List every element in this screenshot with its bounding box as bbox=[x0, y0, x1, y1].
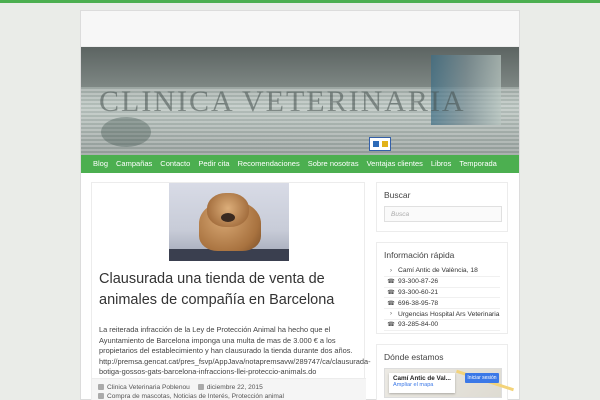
map-enlarge-link[interactable]: Ampliar el mapa bbox=[393, 382, 451, 388]
location-arrow-icon: › bbox=[390, 267, 392, 274]
info-phone-3: ☎ 696-38-95-78 bbox=[384, 298, 500, 310]
phone-icon: ☎ bbox=[387, 279, 395, 286]
info-phone-4-text: 93-285-84-00 bbox=[398, 321, 439, 329]
nav-item-pedir-cita[interactable]: Pedir cita bbox=[194, 155, 233, 173]
date-link[interactable]: diciembre 22, 2015 bbox=[207, 384, 263, 391]
info-address: › Camí Antic de València, 18 bbox=[384, 266, 500, 277]
nav-item-libros[interactable]: Libros bbox=[427, 155, 455, 173]
map-info-card: Camí Antic de Val... Ampliar el mapa bbox=[389, 373, 455, 393]
user-icon bbox=[98, 384, 104, 390]
map-embed[interactable]: Camí Antic de Val... Ampliar el mapa Ini… bbox=[384, 368, 514, 398]
nav-item-campanas[interactable]: Campañas bbox=[112, 155, 156, 173]
banner-sticker bbox=[369, 137, 391, 151]
info-phone-2: ☎ 93-300-60-21 bbox=[384, 288, 500, 299]
main-nav: Blog Campañas Contacto Pedir cita Recome… bbox=[81, 155, 519, 173]
post-thumbnail[interactable] bbox=[169, 183, 289, 261]
info-emergency: › Urgencias Hospital Ars Veterinaria bbox=[384, 309, 500, 320]
info-phone-2-text: 93-300-60-21 bbox=[398, 288, 439, 296]
dog-nose bbox=[221, 213, 235, 222]
clock-icon bbox=[197, 384, 204, 390]
info-widget: Información rápida › Camí Antic de Valènc… bbox=[376, 242, 508, 334]
map-widget-title: Dónde estamos bbox=[384, 352, 444, 362]
phone-icon: ☎ bbox=[387, 322, 395, 329]
categories-links[interactable]: Compra de mascotas, Noticias de Interés,… bbox=[107, 393, 284, 400]
nav-item-temporada[interactable]: Temporada bbox=[455, 155, 501, 173]
header-banner: CLINICA VETERINARIA bbox=[81, 47, 519, 155]
site-header bbox=[81, 11, 519, 47]
info-phone-3-text: 696-38-95-78 bbox=[398, 299, 439, 307]
post-title[interactable]: Clausurada una tienda de venta de animal… bbox=[99, 269, 361, 311]
search-input[interactable]: Busca bbox=[384, 206, 502, 222]
info-address-text: Camí Antic de València, 18 bbox=[398, 267, 478, 275]
phone-icon: ☎ bbox=[387, 289, 395, 296]
map-login-button[interactable]: Iniciar sesión bbox=[465, 373, 499, 383]
map-widget: Dónde estamos Camí Antic de Val... Ampli… bbox=[376, 344, 514, 400]
banner-decal bbox=[101, 117, 151, 147]
info-widget-title: Información rápida bbox=[384, 250, 455, 260]
post-body: La reiterada infracción de la Ley de Pro… bbox=[99, 325, 371, 377]
post-article: Clausurada una tienda de venta de animal… bbox=[91, 182, 371, 400]
meta-categories: Compra de mascotas, Noticias de Interés,… bbox=[98, 392, 284, 400]
nav-item-blog[interactable]: Blog bbox=[89, 155, 112, 173]
folder-icon bbox=[98, 393, 104, 399]
phone-icon: ☎ bbox=[387, 300, 395, 307]
nav-item-ventajas-clientes[interactable]: Ventajas clientes bbox=[363, 155, 427, 173]
info-list: › Camí Antic de València, 18 ☎ 93-300-87-2… bbox=[384, 266, 500, 331]
nav-item-recomendaciones[interactable]: Recomendaciones bbox=[234, 155, 304, 173]
nav-item-sobre-nosotras[interactable]: Sobre nosotras bbox=[304, 155, 363, 173]
info-phone-1: ☎ 93-300-87-26 bbox=[384, 277, 500, 288]
map-address: Camí Antic de Val... bbox=[393, 375, 451, 382]
meta-author: Clinica Veterinaria Poblenou bbox=[98, 383, 190, 392]
nav-item-contacto[interactable]: Contacto bbox=[156, 155, 194, 173]
info-phone-4: ☎ 93-285-84-00 bbox=[384, 320, 500, 331]
sidebar: Buscar Busca Información rápida › Camí An… bbox=[376, 182, 514, 400]
post-meta: Clinica Veterinaria Poblenou diciembre 2… bbox=[92, 378, 366, 400]
info-emergency-text: Urgencias Hospital Ars Veterinaria bbox=[398, 310, 500, 318]
search-widget-title: Buscar bbox=[384, 190, 411, 200]
banner-sign-text: CLINICA VETERINARIA bbox=[99, 85, 466, 118]
author-link[interactable]: Clinica Veterinaria Poblenou bbox=[107, 384, 190, 391]
info-phone-1-text: 93-300-87-26 bbox=[398, 278, 439, 286]
meta-date: diciembre 22, 2015 bbox=[197, 383, 263, 392]
search-widget: Buscar Busca bbox=[376, 182, 508, 232]
arrow-icon: › bbox=[390, 311, 392, 318]
top-accent-bar bbox=[0, 0, 600, 3]
